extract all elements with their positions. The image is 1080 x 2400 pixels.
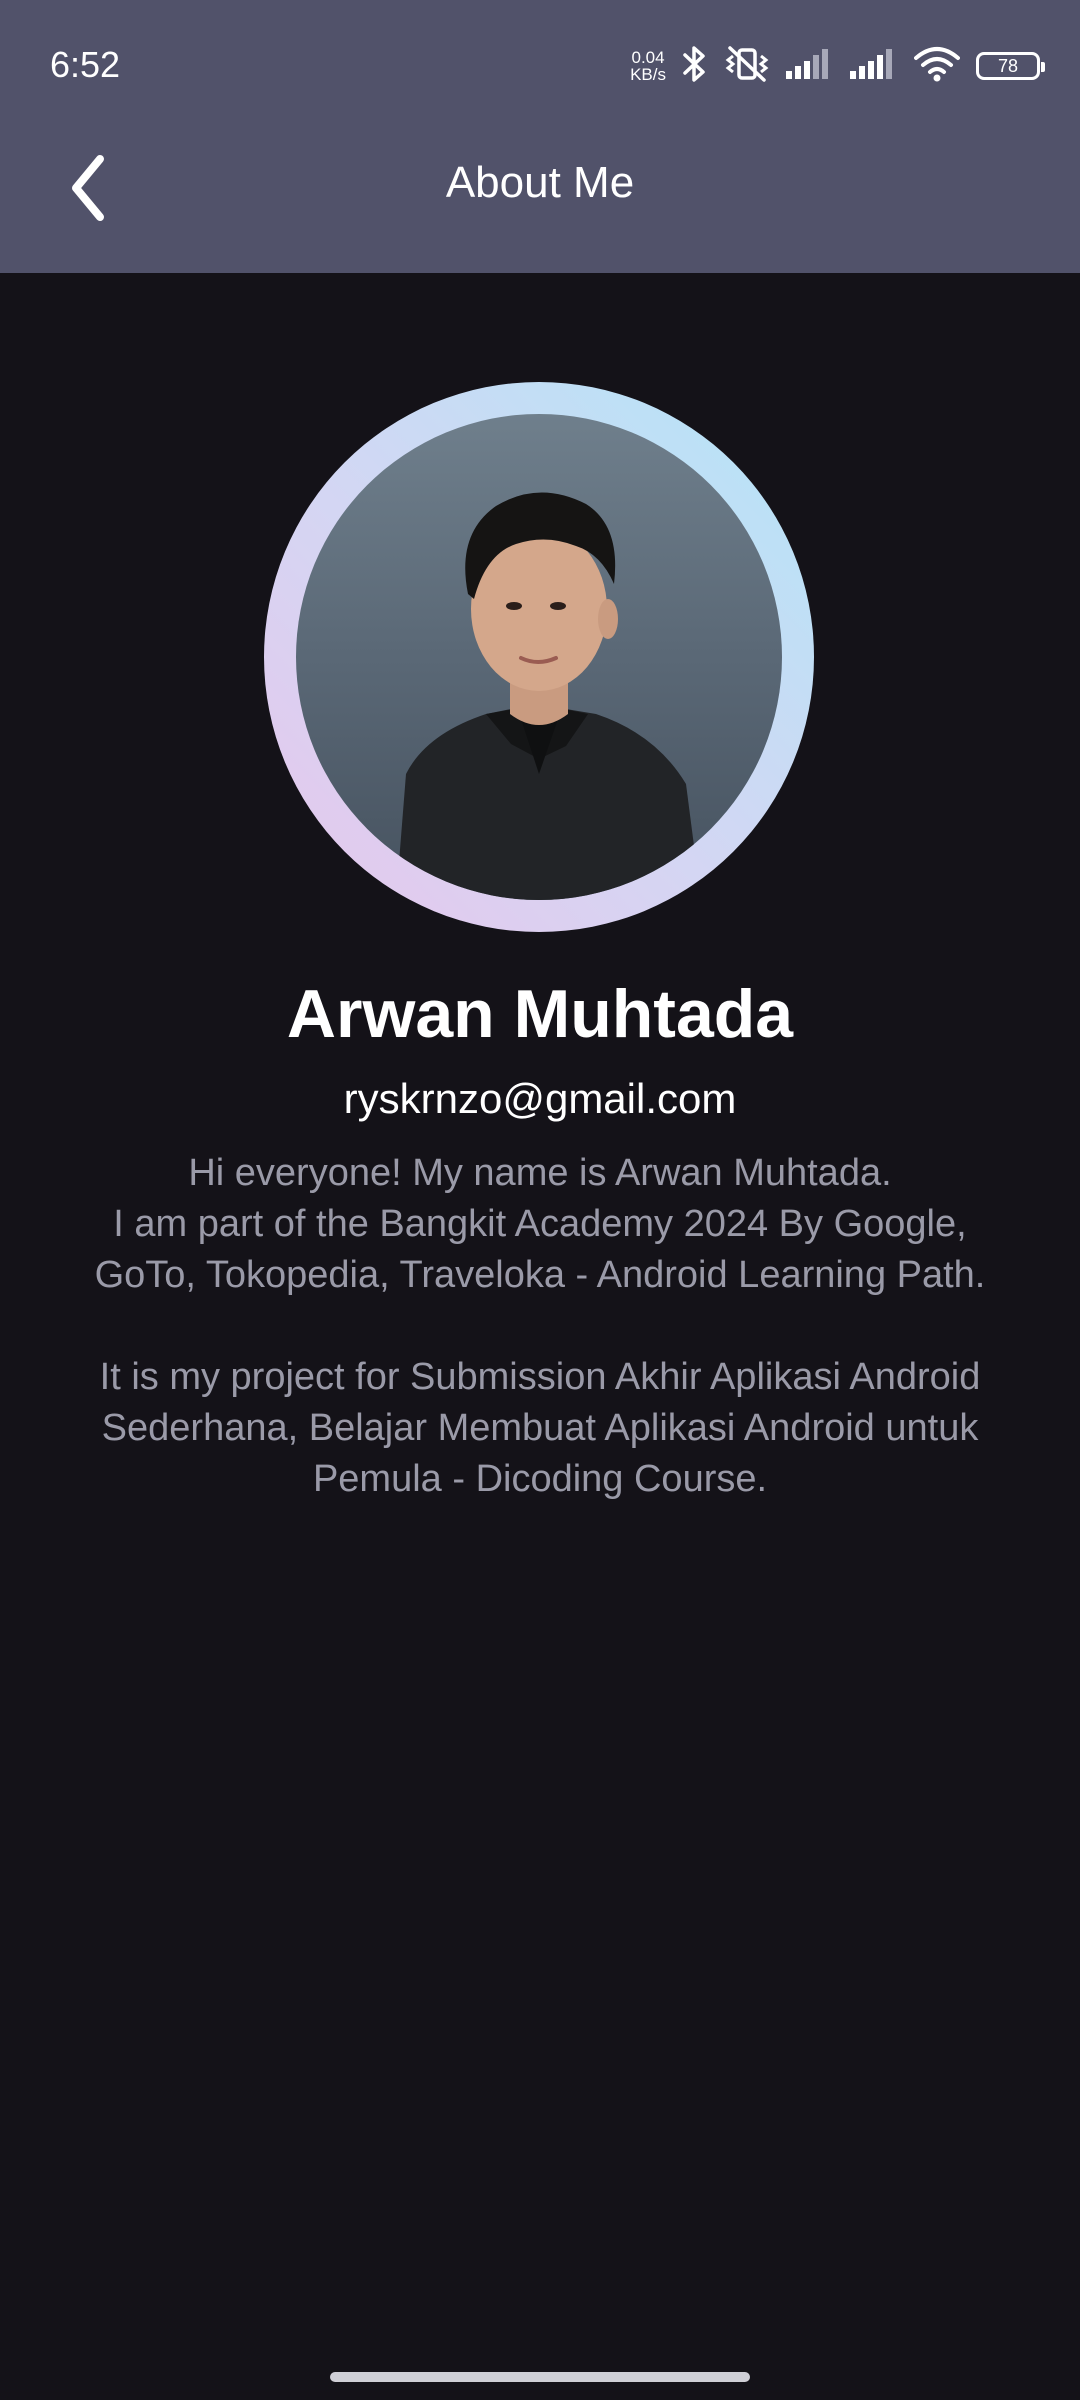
avatar-ring [264, 382, 814, 932]
bluetooth-icon [682, 44, 708, 89]
status-time: 6:52 [50, 44, 121, 85]
top-bar-background: 6:52 0.04 KB/s 78 About Me [0, 0, 1080, 273]
page-title: About Me [445, 158, 635, 207]
battery-level: 78 [997, 55, 1019, 76]
mute-vibrate-icon [724, 44, 770, 89]
bio-line: Hi everyone! My name is Arwan Muhtada. [188, 1152, 892, 1194]
bio-line: I am part of the Bangkit Academy 2024 By… [113, 1203, 967, 1245]
signal-icon [786, 47, 834, 86]
profile-name: Arwan Muhtada [286, 976, 794, 1052]
signal-icon [850, 47, 898, 86]
bio-line: Sederhana, Belajar Membuat Aplikasi Andr… [101, 1407, 979, 1449]
wifi-icon [914, 46, 960, 87]
profile-bio: Hi everyone! My name is Arwan Muhtada. I… [40, 1148, 1040, 1505]
network-speed-unit: KB/s [630, 65, 666, 84]
home-indicator[interactable] [330, 2372, 750, 2382]
bio-line: Pemula - Dicoding Course. [312, 1458, 768, 1500]
profile-email: ryskrnzo@gmail.com [343, 1075, 737, 1122]
status-bar: 6:52 0.04 KB/s 78 [0, 0, 1080, 130]
network-speed-value: 0.04 [631, 48, 665, 67]
bio-spacer [40, 1301, 1040, 1352]
status-icons: 0.04 KB/s 78 [630, 40, 1045, 92]
avatar [296, 414, 782, 900]
bio-line: GoTo, Tokopedia, Traveloka - Android Lea… [94, 1254, 986, 1296]
person-photo [396, 492, 701, 900]
bio-line: It is my project for Submission Akhir Ap… [99, 1356, 981, 1398]
battery-icon: 78 [976, 52, 1045, 80]
network-speed: 0.04 KB/s [630, 49, 666, 83]
app-bar: About Me [0, 130, 1080, 273]
